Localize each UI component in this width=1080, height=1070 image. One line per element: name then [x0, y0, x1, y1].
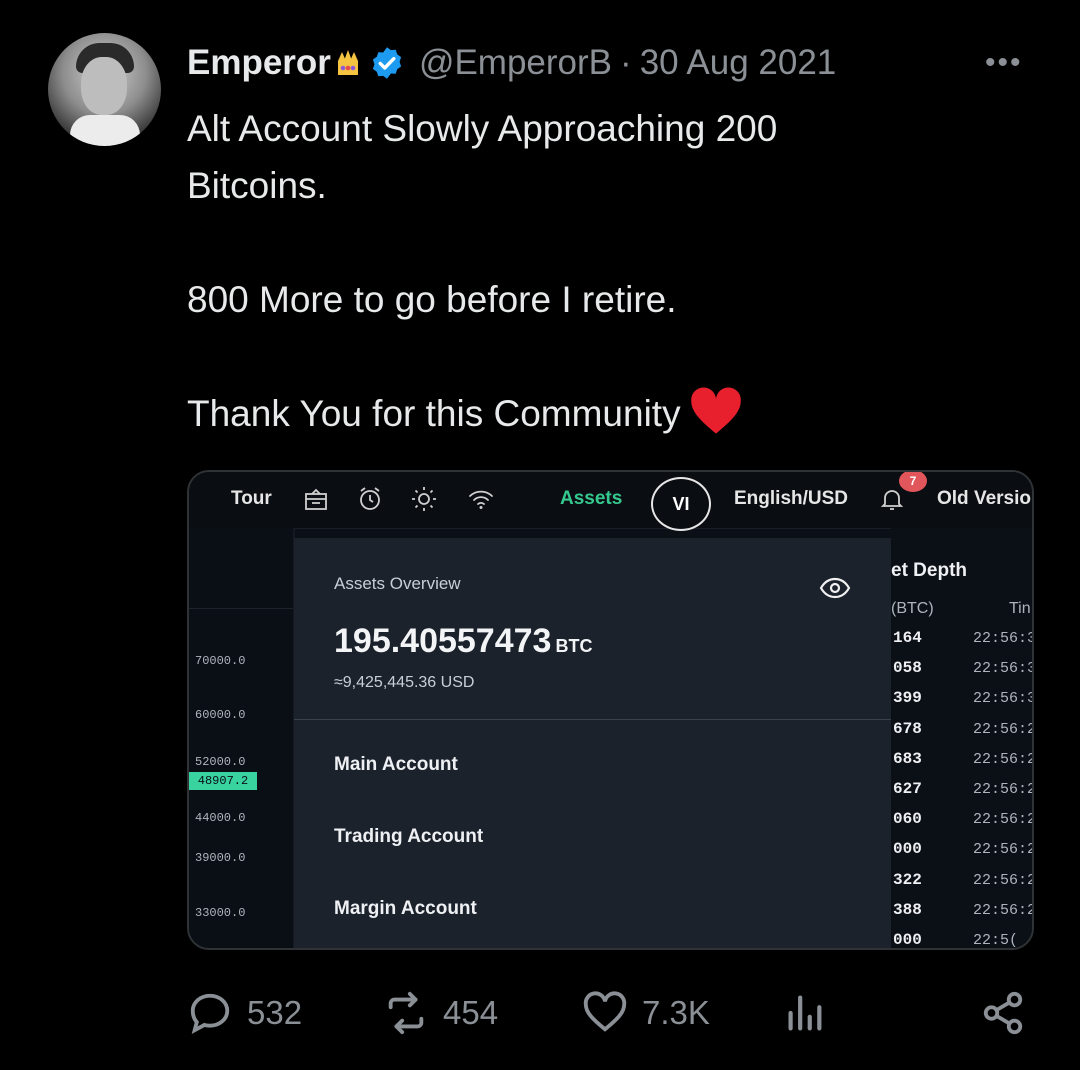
tweet-line-4: Thank You for this Community: [187, 385, 987, 442]
price-chart-axis: 70000.0 60000.0 52000.0 48907.2 44000.0 …: [189, 528, 293, 948]
depth-row-amount: 000: [893, 840, 922, 859]
price-tick: 39000.0: [195, 851, 246, 865]
current-price-tag: 48907.2: [189, 772, 257, 790]
language-currency-selector[interactable]: English/USD: [734, 488, 848, 510]
depth-row-time: 22:56:2: [973, 781, 1034, 798]
wifi-icon[interactable]: [468, 486, 494, 512]
depth-row-time: 22:56:3: [973, 690, 1034, 708]
tweet-date[interactable]: 30 Aug 2021: [640, 43, 837, 83]
reply-button[interactable]: 532: [187, 985, 302, 1040]
tour-link[interactable]: Tour: [231, 488, 272, 510]
eye-icon[interactable]: [819, 576, 851, 600]
btc-balance: 195.40557473 BTC: [334, 622, 592, 661]
exchange-topbar: Tour Assets VI English/USD 7 Old Versio: [189, 472, 1032, 531]
main-account-link[interactable]: Main Account: [334, 754, 458, 776]
view-stats-button[interactable]: [781, 985, 827, 1040]
depth-column-amount: (BTC): [891, 600, 934, 617]
tweet-line-2: Bitcoins.: [187, 165, 327, 206]
depth-row-time: 22:5(: [973, 932, 1019, 949]
repost-count: 454: [443, 993, 499, 1031]
depth-row-time: 22:56:3: [973, 630, 1034, 647]
depth-row-time: 22:56:2: [973, 841, 1034, 859]
depth-column-time: Tin: [1009, 600, 1031, 617]
bell-icon[interactable]: [879, 486, 905, 512]
trading-account-link[interactable]: Trading Account: [334, 826, 483, 848]
depth-row-amount: 399: [893, 689, 922, 708]
price-tick: 44000.0: [195, 811, 246, 825]
avatar-collar: [70, 115, 140, 146]
depth-row-amount: 678: [893, 719, 922, 738]
depth-row-amount: 060: [893, 810, 922, 829]
tweet-media-image[interactable]: Tour Assets VI English/USD 7 Old Versio …: [187, 470, 1034, 950]
author-name[interactable]: Emperor: [187, 43, 331, 83]
alarm-clock-icon[interactable]: [357, 486, 383, 512]
price-tick: 33000.0: [195, 906, 246, 920]
depth-row-time: 22:56:2: [973, 871, 1034, 889]
more-options-icon[interactable]: •••: [985, 46, 1023, 80]
tweet-header: Emperor @EmperorB · 30 Aug 2021: [187, 38, 836, 88]
depth-row-amount: 683: [893, 749, 922, 768]
assets-menu[interactable]: Assets: [560, 488, 622, 510]
repost-icon: [388, 991, 424, 1034]
tweet-action-bar: 532 454 7.3K: [187, 985, 1030, 1040]
tweet-line-1: Alt Account Slowly Approaching 200: [187, 108, 778, 149]
reply-bubble-icon: [190, 993, 230, 1034]
like-count: 7.3K: [642, 993, 710, 1031]
btc-unit: BTC: [555, 636, 593, 656]
avatar-face: [81, 57, 127, 115]
depth-row-amount: 322: [893, 870, 922, 889]
market-depth-title: et Depth: [891, 560, 967, 581]
market-depth-panel: et Depth (BTC) Tin 164 22:56:3 058 22:56:3 3…: [891, 528, 1032, 948]
tweet-text: Alt Account Slowly Approaching 200 Bitco…: [187, 100, 987, 442]
usd-equivalent: ≈9,425,445.36 USD: [334, 674, 475, 691]
assets-overview-dropdown: Assets Overview 195.40557473 BTC ≈9,425,4…: [294, 538, 891, 948]
price-tick: 70000.0: [195, 654, 246, 668]
depth-row-time: 22:56:2: [973, 750, 1034, 768]
depth-row-time: 22:56:2: [973, 901, 1034, 919]
author-handle[interactable]: @EmperorB: [419, 43, 612, 83]
price-tick: 52000.0: [195, 755, 246, 769]
tweet-line-4-text: Thank You for this Community: [187, 393, 681, 434]
sun-icon[interactable]: [411, 486, 437, 512]
date-separator: ·: [620, 43, 632, 82]
red-heart-emoji-icon: [690, 387, 741, 434]
crown-emoji-icon: [337, 50, 358, 75]
bar-chart-icon: [788, 995, 822, 1030]
verified-badge-icon: [372, 47, 402, 79]
btc-balance-value: 195.40557473: [334, 622, 552, 660]
like-button[interactable]: 7.3K: [582, 985, 710, 1040]
depth-row-amount: 058: [893, 659, 922, 678]
depth-row-time: 22:56:3: [973, 660, 1034, 678]
vip-level-badge[interactable]: VI: [651, 477, 711, 531]
gift-icon[interactable]: [303, 486, 329, 512]
chart-gridline: [189, 608, 293, 609]
margin-account-link[interactable]: Margin Account: [334, 898, 477, 920]
author-avatar[interactable]: [48, 33, 161, 146]
notification-count-badge: 7: [899, 472, 927, 492]
reply-count: 532: [247, 993, 303, 1031]
old-version-link[interactable]: Old Versio: [937, 488, 1031, 510]
depth-row-time: 22:56:2: [973, 811, 1034, 829]
share-icon: [983, 991, 1023, 1034]
price-tick: 60000.0: [195, 708, 246, 722]
depth-row-amount: 627: [893, 780, 922, 798]
depth-row-time: 22:56:2: [973, 720, 1034, 738]
divider: [294, 719, 891, 720]
assets-overview-title: Assets Overview: [334, 574, 461, 593]
heart-outline-icon: [583, 990, 627, 1032]
depth-row-amount: 388: [893, 900, 922, 919]
repost-button[interactable]: 454: [383, 985, 498, 1040]
tweet-line-3: 800 More to go before I retire.: [187, 279, 677, 320]
share-button[interactable]: [980, 985, 1026, 1040]
depth-row-amount: 000: [893, 931, 922, 949]
depth-row-amount: 164: [893, 629, 922, 647]
